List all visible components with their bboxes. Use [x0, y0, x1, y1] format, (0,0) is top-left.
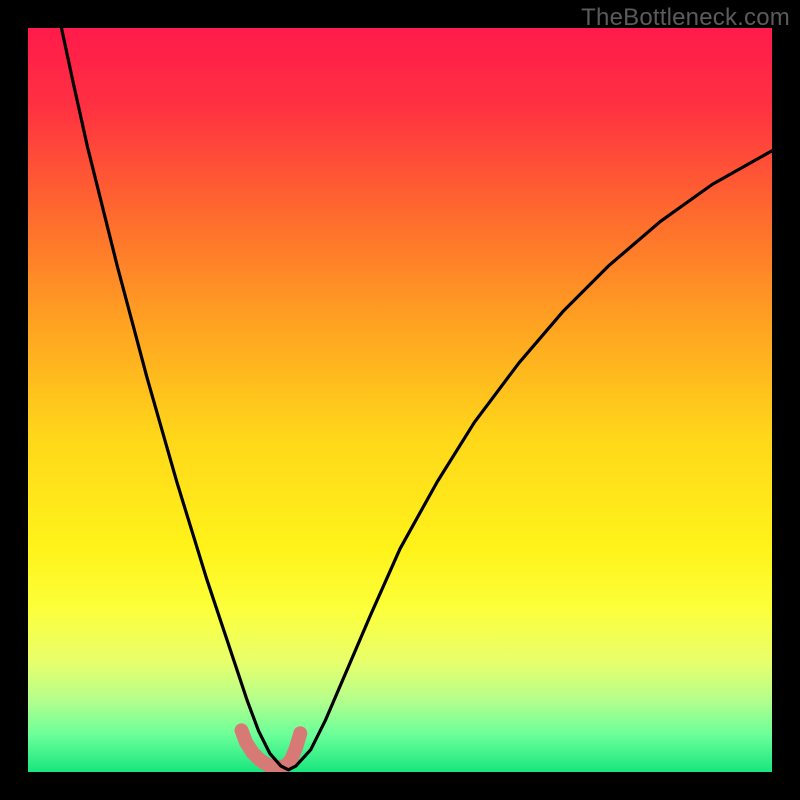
chart-frame: TheBottleneck.com	[0, 0, 800, 800]
curve-layer	[28, 28, 772, 772]
highlight-segment	[242, 730, 301, 767]
bottleneck-curve	[61, 28, 772, 770]
plot-area	[28, 28, 772, 772]
